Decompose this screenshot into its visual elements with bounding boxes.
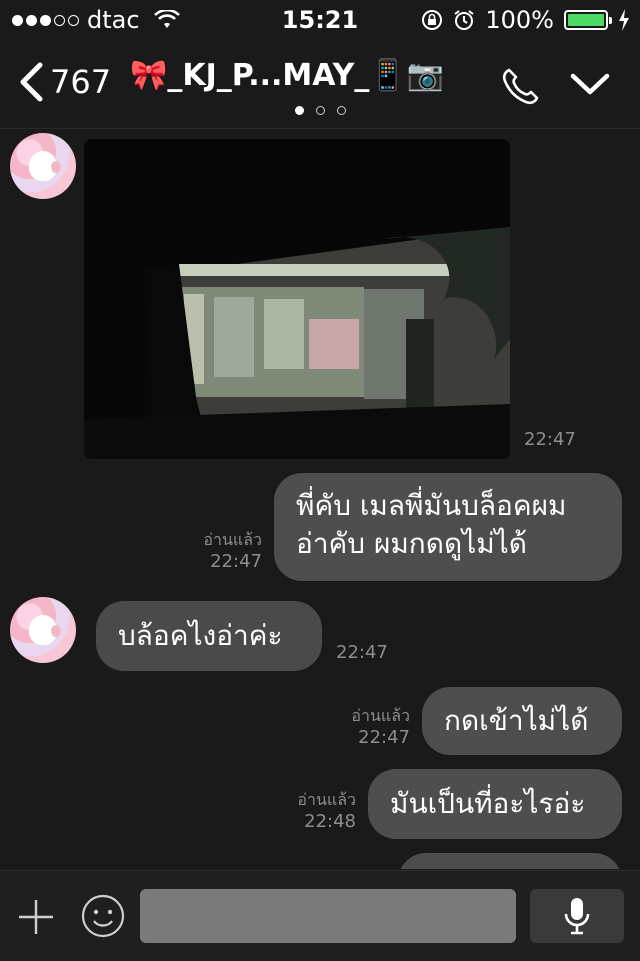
back-button[interactable]: 767: [18, 62, 111, 102]
lock-rotation-icon: [422, 10, 443, 30]
message-meta: อ่านแล้ว 22:48: [276, 789, 356, 833]
chevron-down-icon[interactable]: [570, 66, 610, 102]
outgoing-message[interactable]: กดเข้าไม่ได้: [422, 687, 622, 755]
apple-logo: [29, 615, 61, 645]
outgoing-message[interactable]: [398, 853, 622, 869]
status-bar: dtac 15:21 100%: [0, 0, 640, 40]
page-indicator: [0, 106, 640, 115]
read-receipt: อ่านแล้ว: [351, 706, 410, 725]
chat-title[interactable]: 🎀_KJ_P...MAY_📱📷: [130, 58, 460, 93]
charging-icon: [619, 9, 629, 31]
message-time: 22:47: [336, 642, 388, 663]
message-text: บล้อคไงอ่าค่ะ: [118, 619, 283, 652]
message-time: 22:47: [358, 727, 410, 748]
read-receipt: อ่านแล้ว: [203, 530, 262, 549]
status-right: 100%: [421, 6, 630, 34]
unread-count: 767: [50, 63, 112, 101]
signal-dot-empty: [54, 14, 65, 26]
signal-dot: [12, 14, 23, 26]
voice-button[interactable]: [530, 889, 624, 943]
outgoing-message[interactable]: พี่คับ เมลพี่มันบล็อคผม อ่าคับ ผมกดดูไม่…: [274, 473, 622, 581]
carrier-name: dtac: [87, 6, 140, 34]
message-input[interactable]: [140, 889, 516, 943]
signal-dot: [40, 14, 51, 26]
outgoing-message[interactable]: มันเป็นที่อะไรอ่ะ: [368, 769, 622, 839]
message-meta: อ่านแล้ว 22:47: [180, 529, 262, 573]
page-dot: [336, 106, 346, 115]
signal-strength: [12, 14, 79, 26]
battery-icon: [564, 10, 612, 30]
avatar[interactable]: [10, 133, 76, 199]
apple-logo: [29, 151, 61, 181]
photo-image: [84, 139, 510, 459]
message-time: 22:47: [524, 429, 576, 450]
message-line: พี่คับ เมลพี่มันบล็อคผม: [296, 489, 567, 522]
message-time: 22:48: [304, 811, 356, 832]
wifi-icon: [153, 10, 180, 28]
page-dot: [315, 106, 325, 115]
plus-icon[interactable]: [16, 897, 56, 937]
read-receipt: อ่านแล้ว: [297, 790, 356, 809]
battery-percent: 100%: [485, 6, 554, 34]
microphone-icon: [564, 898, 590, 935]
alarm-icon: [454, 10, 474, 30]
message-text: กดเข้าไม่ได้: [444, 704, 589, 737]
message-text: มันเป็นที่อะไรอ่ะ: [390, 787, 586, 820]
chat-header: 767 🎀_KJ_P...MAY_📱📷: [0, 40, 640, 129]
page-dot-active: [294, 106, 304, 115]
avatar[interactable]: [10, 597, 76, 663]
incoming-message[interactable]: บล้อคไงอ่าค่ะ: [96, 601, 322, 671]
message-list[interactable]: 22:47 อ่านแล้ว 22:47 พี่คับ เมลพี่มันบล็…: [0, 129, 640, 869]
message-time: 22:47: [210, 551, 262, 572]
message-line: อ่าคับ ผมกดดูไม่ได้: [296, 527, 527, 560]
photo-message[interactable]: [84, 139, 510, 459]
emoji-icon[interactable]: [80, 893, 126, 939]
back-chevron-icon: [20, 62, 43, 102]
message-meta: อ่านแล้ว 22:47: [330, 705, 410, 749]
status-left: dtac: [12, 6, 180, 34]
signal-dot: [26, 14, 37, 26]
signal-dot-empty: [68, 14, 79, 26]
message-composer: [0, 870, 640, 961]
phone-icon[interactable]: [500, 66, 540, 106]
